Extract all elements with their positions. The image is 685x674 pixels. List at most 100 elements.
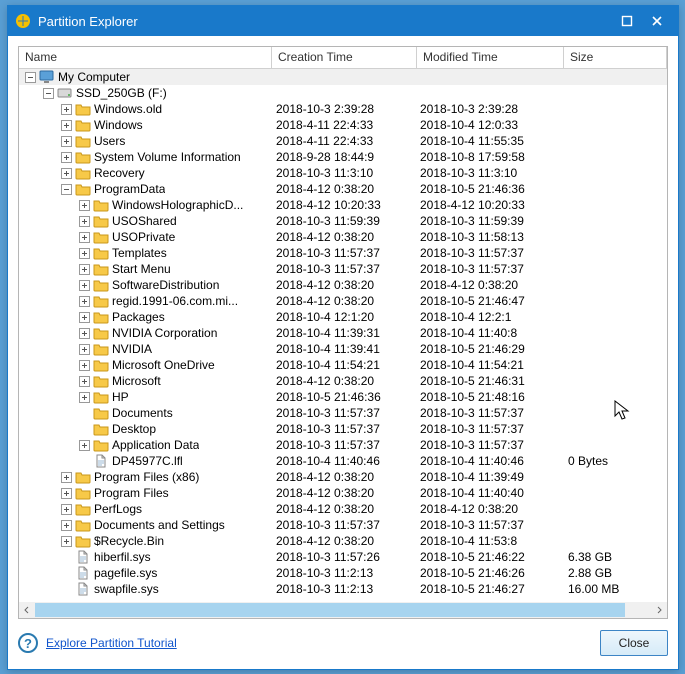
expand-icon[interactable] [79, 216, 90, 227]
tutorial-link[interactable]: Explore Partition Tutorial [46, 636, 177, 650]
tree-row[interactable]: swapfile.sys2018-10-3 11:2:132018-10-5 2… [19, 581, 667, 597]
expand-icon[interactable] [61, 520, 72, 531]
collapse-icon[interactable] [43, 88, 54, 99]
expand-icon[interactable] [79, 200, 90, 211]
scroll-right-arrow-icon[interactable] [651, 602, 667, 618]
maximize-button[interactable] [612, 6, 642, 36]
footer: ? Explore Partition Tutorial Close [18, 627, 668, 659]
tree-row[interactable]: WindowsHolographicD...2018-4-12 10:20:33… [19, 197, 667, 213]
close-window-button[interactable] [642, 6, 672, 36]
tree-row[interactable]: My Computer [19, 69, 667, 85]
item-name: Windows.old [94, 101, 162, 117]
expand-icon[interactable] [61, 536, 72, 547]
expand-placeholder [79, 424, 90, 435]
tree-row[interactable]: Templates2018-10-3 11:57:372018-10-3 11:… [19, 245, 667, 261]
expand-icon[interactable] [61, 472, 72, 483]
expand-icon[interactable] [61, 504, 72, 515]
size [564, 101, 667, 117]
tree-row[interactable]: ProgramData2018-4-12 0:38:202018-10-5 21… [19, 181, 667, 197]
folder-icon [93, 438, 109, 452]
column-header-creation-time[interactable]: Creation Time [272, 47, 417, 68]
tree-row[interactable]: $Recycle.Bin2018-4-12 0:38:202018-10-4 1… [19, 533, 667, 549]
tree-row[interactable]: Documents and Settings2018-10-3 11:57:37… [19, 517, 667, 533]
horizontal-scrollbar[interactable] [19, 602, 667, 618]
tree-row[interactable]: PerfLogs2018-4-12 0:38:202018-4-12 0:38:… [19, 501, 667, 517]
tree-row[interactable]: Microsoft OneDrive2018-10-4 11:54:212018… [19, 357, 667, 373]
item-name: Users [94, 133, 125, 149]
creation-time: 2018-4-12 0:38:20 [272, 293, 417, 309]
tree-view: My ComputerSSD_250GB (F:)Windows.old2018… [19, 69, 667, 618]
expand-icon[interactable] [79, 328, 90, 339]
help-icon[interactable]: ? [18, 633, 38, 653]
tree-row[interactable]: pagefile.sys2018-10-3 11:2:132018-10-5 2… [19, 565, 667, 581]
expand-icon[interactable] [61, 152, 72, 163]
tree-row[interactable]: HP2018-10-5 21:46:362018-10-5 21:48:16 [19, 389, 667, 405]
expand-icon[interactable] [79, 312, 90, 323]
collapse-icon[interactable] [61, 184, 72, 195]
folder-icon [93, 374, 109, 388]
size [564, 309, 667, 325]
folder-icon [75, 470, 91, 484]
tree-row[interactable]: Windows2018-4-11 22:4:332018-10-4 12:0:3… [19, 117, 667, 133]
size [564, 341, 667, 357]
column-header-size[interactable]: Size [564, 47, 667, 68]
tree-row[interactable]: DP45977C.lfl2018-10-4 11:40:462018-10-4 … [19, 453, 667, 469]
size [564, 325, 667, 341]
expand-icon[interactable] [61, 104, 72, 115]
creation-time: 2018-4-12 0:38:20 [272, 277, 417, 293]
tree-row[interactable]: Desktop2018-10-3 11:57:372018-10-3 11:57… [19, 421, 667, 437]
expand-icon[interactable] [61, 136, 72, 147]
tree-row[interactable]: Windows.old2018-10-3 2:39:282018-10-3 2:… [19, 101, 667, 117]
tree-row[interactable]: Recovery2018-10-3 11:3:102018-10-3 11:3:… [19, 165, 667, 181]
tree-row[interactable]: Program Files (x86)2018-4-12 0:38:202018… [19, 469, 667, 485]
tree-row[interactable]: Program Files2018-4-12 0:38:202018-10-4 … [19, 485, 667, 501]
collapse-icon[interactable] [25, 72, 36, 83]
item-name: HP [112, 389, 129, 405]
expand-icon[interactable] [61, 120, 72, 131]
expand-icon[interactable] [79, 376, 90, 387]
tree-row[interactable]: regid.1991-06.com.mi...2018-4-12 0:38:20… [19, 293, 667, 309]
tree-row[interactable]: NVIDIA2018-10-4 11:39:412018-10-5 21:46:… [19, 341, 667, 357]
folder-icon [93, 230, 109, 244]
expand-icon[interactable] [61, 488, 72, 499]
tree-row[interactable]: hiberfil.sys2018-10-3 11:57:262018-10-5 … [19, 549, 667, 565]
tree-row[interactable]: Packages2018-10-4 12:1:202018-10-4 12:2:… [19, 309, 667, 325]
tree-row[interactable]: SoftwareDistribution2018-4-12 0:38:20201… [19, 277, 667, 293]
tree-row[interactable]: Application Data2018-10-3 11:57:372018-1… [19, 437, 667, 453]
size [564, 373, 667, 389]
titlebar[interactable]: Partition Explorer [8, 6, 678, 36]
expand-icon[interactable] [79, 360, 90, 371]
scroll-thumb[interactable] [35, 603, 625, 617]
tree-row[interactable]: Users2018-4-11 22:4:332018-10-4 11:55:35 [19, 133, 667, 149]
creation-time: 2018-10-3 11:57:37 [272, 405, 417, 421]
close-button[interactable]: Close [600, 630, 668, 656]
size [564, 149, 667, 165]
tree-row[interactable]: SSD_250GB (F:) [19, 85, 667, 101]
expand-icon[interactable] [79, 232, 90, 243]
modified-time: 2018-10-5 21:46:22 [417, 549, 564, 565]
tree-row[interactable]: Documents2018-10-3 11:57:372018-10-3 11:… [19, 405, 667, 421]
expand-icon[interactable] [79, 280, 90, 291]
expand-icon[interactable] [61, 168, 72, 179]
size: 0 Bytes [564, 453, 667, 469]
tree-row[interactable]: Microsoft2018-4-12 0:38:202018-10-5 21:4… [19, 373, 667, 389]
expand-icon[interactable] [79, 392, 90, 403]
expand-icon[interactable] [79, 264, 90, 275]
modified-time: 2018-10-5 21:48:16 [417, 389, 564, 405]
tree-row[interactable]: USOShared2018-10-3 11:59:392018-10-3 11:… [19, 213, 667, 229]
tree-row[interactable]: System Volume Information2018-9-28 18:44… [19, 149, 667, 165]
expand-icon[interactable] [79, 440, 90, 451]
tree-row[interactable]: NVIDIA Corporation2018-10-4 11:39:312018… [19, 325, 667, 341]
expand-icon[interactable] [79, 344, 90, 355]
item-name: SSD_250GB (F:) [76, 85, 167, 101]
column-header-modified-time[interactable]: Modified Time [417, 47, 564, 68]
tree-row[interactable]: USOPrivate2018-4-12 0:38:202018-10-3 11:… [19, 229, 667, 245]
expand-icon[interactable] [79, 296, 90, 307]
tree-row[interactable]: Start Menu2018-10-3 11:57:372018-10-3 11… [19, 261, 667, 277]
scroll-track[interactable] [35, 602, 651, 618]
partition-explorer-window: Partition Explorer Name Creation Time Mo… [7, 5, 679, 670]
column-header-name[interactable]: Name [19, 47, 272, 68]
expand-icon[interactable] [79, 248, 90, 259]
scroll-left-arrow-icon[interactable] [19, 602, 35, 618]
tree-body[interactable]: My ComputerSSD_250GB (F:)Windows.old2018… [19, 69, 667, 602]
